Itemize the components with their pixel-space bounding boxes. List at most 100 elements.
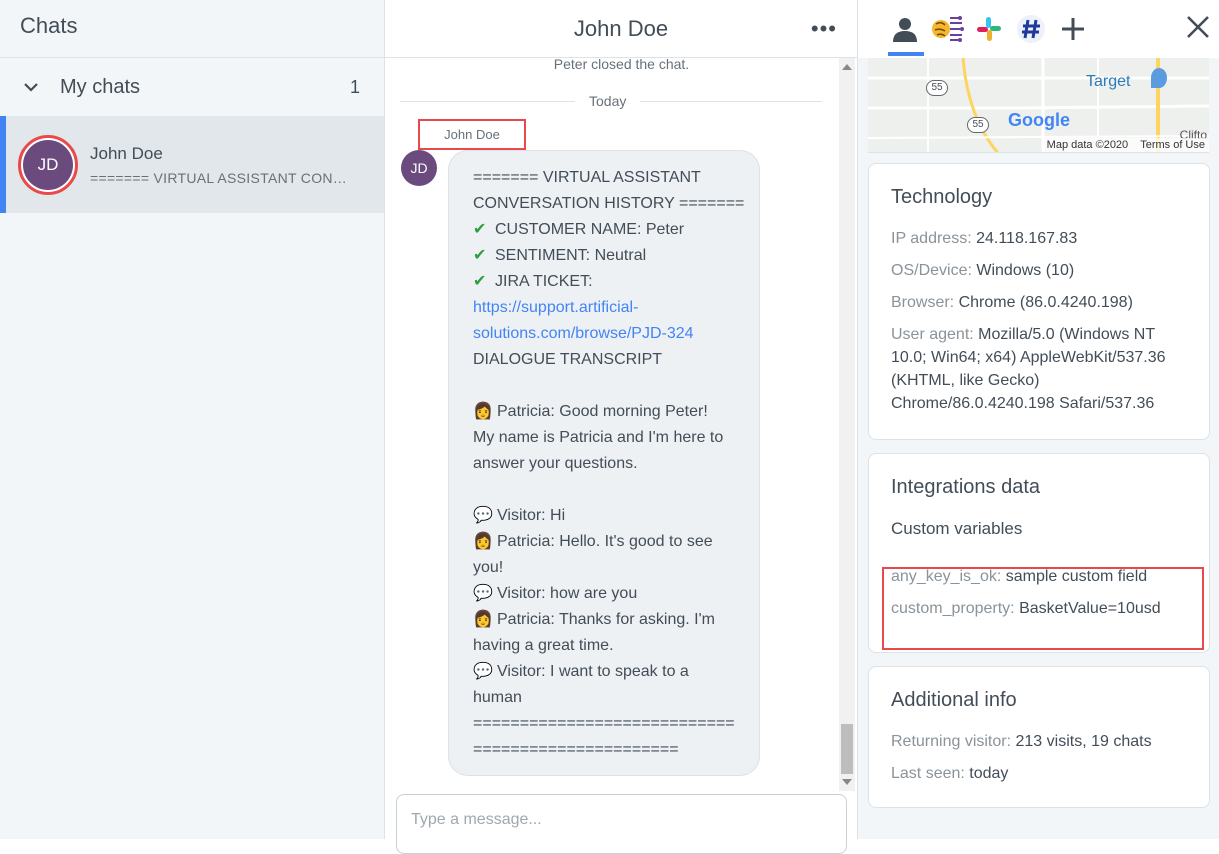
technology-title: Technology (891, 186, 993, 208)
chats-sidebar: Chats My chats 1 JD John Doe ======= VIR… (0, 0, 385, 839)
speech-bubble-icon: 💬 (473, 507, 493, 524)
message-bubble: ======= VIRTUAL ASSISTANT CONVERSATION H… (448, 150, 760, 776)
ip-address-value: 24.118.167.83 (976, 230, 1078, 247)
hashtag-icon (1017, 15, 1045, 43)
message-line: ====================== (473, 741, 679, 758)
custom-variables-title: Custom variables (891, 519, 1023, 538)
map-pin-icon (1151, 68, 1167, 88)
integrations-card: Integrations data Custom variables any_k… (868, 453, 1210, 653)
message-line: ======= VIRTUAL ASSISTANT (473, 169, 701, 186)
close-icon[interactable] (1185, 14, 1211, 40)
tab-slack[interactable] (968, 6, 1010, 52)
my-chats-section-toggle[interactable]: My chats 1 (0, 58, 384, 116)
highlight-box (882, 567, 1204, 650)
my-chats-label: My chats (60, 75, 141, 98)
google-logo: Google (1008, 110, 1070, 131)
additional-info-card: Additional info Returning visitor: 213 v… (868, 666, 1210, 808)
message-list[interactable]: Peter closed the chat. Today John Doe JD… (385, 58, 858, 791)
chat-header: John Doe ••• (385, 0, 857, 58)
chat-item-preview: ======= VIRTUAL ASSISTANT CONVERSATION H… (90, 169, 350, 186)
scroll-down-arrow-icon[interactable] (842, 779, 852, 785)
avatar: JD (401, 150, 437, 186)
message-line: Patricia: Thanks for asking. I'm (497, 611, 715, 628)
message-line: Visitor: Hi (497, 507, 566, 524)
chats-header-title: Chats (0, 0, 384, 58)
message-scrollbar[interactable] (839, 58, 855, 791)
person-icon (893, 18, 917, 42)
woman-emoji-icon: 👩 (473, 611, 493, 628)
speech-bubble-icon: 💬 (473, 585, 493, 602)
message-line: SENTIMENT: Neutral (495, 247, 647, 264)
chat-list-item[interactable]: JD John Doe ======= VIRTUAL ASSISTANT CO… (0, 116, 384, 213)
brain-icon (932, 16, 964, 42)
message-author-label: John Doe (418, 119, 526, 150)
scroll-thumb[interactable] (841, 724, 853, 774)
woman-emoji-icon: 👩 (473, 403, 493, 420)
chat-panel: John Doe ••• Peter closed the chat. Toda… (385, 0, 858, 854)
returning-visitor-key: Returning visitor: (891, 733, 1012, 750)
check-mark-icon: ✔ (473, 247, 487, 264)
user-agent-key: User agent: (891, 326, 974, 343)
chat-item-name: John Doe (90, 143, 163, 163)
map-place-label: Target (1086, 73, 1131, 90)
date-divider-label: Today (575, 93, 641, 109)
woman-emoji-icon: 👩 (473, 533, 493, 550)
message-input[interactable] (411, 811, 832, 829)
more-options-icon[interactable]: ••• (811, 18, 837, 40)
plus-icon (1062, 18, 1084, 40)
tab-add-integration[interactable] (1052, 6, 1094, 52)
my-chats-count: 1 (349, 76, 360, 97)
route-shield: 55 (926, 80, 948, 96)
ip-address-key: IP address: (891, 230, 972, 247)
message-line: CUSTOMER NAME: Peter (495, 221, 685, 238)
tab-visitor-details[interactable] (884, 6, 926, 56)
speech-bubble-icon: 💬 (473, 663, 493, 680)
os-device-key: OS/Device: (891, 262, 972, 279)
jira-ticket-link[interactable]: https://support.artificial- (473, 295, 743, 321)
details-panel: 55 55 Target Google Clifto Map data ©202… (858, 0, 1219, 839)
message-line: Patricia: Hello. It's good to see (497, 533, 713, 550)
message-line: answer your questions. (473, 455, 638, 472)
browser-value: Chrome (86.0.4240.198) (958, 294, 1133, 311)
check-mark-icon: ✔ (473, 221, 487, 238)
visitor-location-map[interactable]: 55 55 Target Google Clifto Map data ©202… (868, 58, 1209, 153)
last-seen-key: Last seen: (891, 765, 965, 782)
message-line: JIRA TICKET: (495, 273, 593, 290)
message-line: CONVERSATION HISTORY ======= (473, 195, 745, 212)
os-device-value: Windows (10) (976, 262, 1075, 279)
integrations-title: Integrations data (891, 476, 1040, 498)
os-device-row: OS/Device: Windows (10) (891, 259, 1187, 282)
chat-title: John Doe (573, 15, 669, 41)
tab-ai-integration[interactable] (926, 6, 968, 52)
map-terms-link[interactable]: Terms of Use (1140, 139, 1205, 151)
last-seen-value: today (969, 765, 1009, 782)
returning-visitor-row: Returning visitor: 213 visits, 19 chats (891, 730, 1187, 753)
tab-hashtag-integration[interactable] (1010, 6, 1052, 52)
message-line: Visitor: how are you (497, 585, 638, 602)
message-line: you! (473, 559, 504, 576)
additional-info-title: Additional info (891, 689, 1017, 711)
browser-key: Browser: (891, 294, 955, 311)
scroll-up-arrow-icon[interactable] (842, 64, 852, 70)
route-shield: 55 (967, 117, 989, 133)
avatar-ring: JD (18, 134, 78, 195)
message-line: having a great time. (473, 637, 614, 654)
jira-ticket-link[interactable]: solutions.com/browse/PJD-324 (473, 321, 743, 347)
slack-icon (977, 17, 1001, 41)
check-mark-icon: ✔ (473, 273, 487, 290)
message-line: Patricia: Good morning Peter! (497, 403, 708, 420)
chevron-down-icon[interactable] (22, 78, 40, 96)
message-composer[interactable] (396, 794, 847, 854)
system-message: Peter closed the chat. (553, 58, 690, 72)
google-logo-text: Google (1008, 110, 1070, 130)
returning-visitor-value: 213 visits, 19 chats (1015, 733, 1152, 750)
ip-address-row: IP address: 24.118.167.83 (891, 227, 1187, 250)
message-line: ============================ (473, 715, 735, 732)
message-line: human (473, 689, 522, 706)
message-line: My name is Patricia and I'm here to (473, 429, 724, 446)
map-footer: Map data ©2020 Terms of Use (1042, 138, 1209, 152)
user-agent-row: User agent: Mozilla/5.0 (Windows NT 10.0… (891, 323, 1187, 415)
details-tabs (858, 0, 1219, 58)
message-line: Visitor: I want to speak to a (497, 663, 689, 680)
last-seen-row: Last seen: today (891, 762, 1187, 785)
